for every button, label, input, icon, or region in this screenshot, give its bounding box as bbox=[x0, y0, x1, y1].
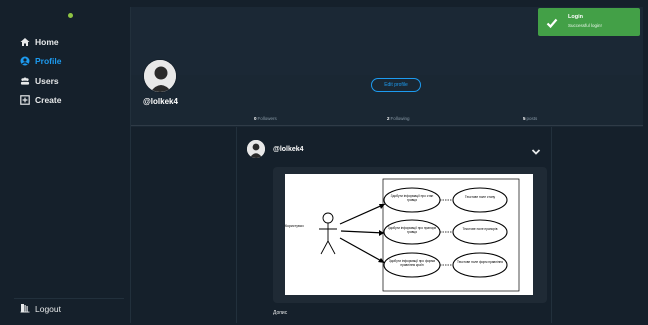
post-author-handle[interactable]: @lolkek4 bbox=[273, 146, 304, 153]
followers-number: 0 bbox=[254, 116, 257, 121]
post-avatar[interactable] bbox=[247, 140, 265, 158]
edit-profile-button[interactable]: Edit profile bbox=[371, 78, 421, 92]
post-card: @lolkek4 Користувач Здобути інформації п… bbox=[236, 127, 552, 323]
followers-count[interactable]: 0Followers bbox=[254, 116, 277, 121]
logout-icon bbox=[20, 303, 30, 315]
posts-label: posts bbox=[526, 116, 538, 121]
login-toast[interactable]: Login Successful login! bbox=[538, 8, 640, 36]
sidebar-item-label: Users bbox=[35, 75, 59, 86]
sidebar-item-home[interactable]: Home bbox=[20, 32, 61, 52]
diagram-extension-label: Текстове поле стану bbox=[464, 195, 496, 199]
diagram-actor-label: Користувач bbox=[285, 224, 304, 228]
user-circle-icon bbox=[20, 56, 30, 66]
profile-handle: @lolkek4 bbox=[143, 97, 178, 106]
logout-label: Logout bbox=[35, 304, 61, 314]
check-icon bbox=[546, 16, 558, 29]
post-caption: Допис bbox=[273, 310, 288, 316]
sidebar-divider bbox=[14, 298, 124, 299]
post-image[interactable]: Користувач Здобути інформації про стан г… bbox=[285, 174, 533, 295]
following-label: Following bbox=[390, 116, 410, 121]
diagram-extension-label: Текстове поле форм правління bbox=[457, 260, 503, 264]
following-number: 2 bbox=[387, 116, 390, 121]
posts-count[interactable]: 5posts bbox=[523, 116, 537, 121]
sidebar-item-label: Home bbox=[35, 36, 59, 47]
post-image-frame: Користувач Здобути інформації про стан г… bbox=[273, 167, 547, 303]
sidebar-item-profile[interactable]: Profile bbox=[20, 52, 61, 72]
sidebar-item-label: Create bbox=[35, 95, 62, 106]
logo-icon[interactable] bbox=[68, 13, 73, 18]
diagram-use-case-label: Здобути інформації про прапори гравця bbox=[387, 226, 437, 234]
chevron-down-icon[interactable] bbox=[531, 143, 541, 155]
main-content: @lolkek4 Edit profile 0Followers 2Follow… bbox=[131, 7, 643, 323]
avatar[interactable] bbox=[143, 59, 177, 93]
followers-label: Followers bbox=[257, 116, 277, 121]
home-icon bbox=[20, 37, 30, 47]
toast-title: Login bbox=[568, 14, 583, 20]
logout-button[interactable]: Logout bbox=[20, 303, 61, 315]
sidebar-item-create[interactable]: Create bbox=[20, 91, 61, 111]
toast-message: Successful login! bbox=[568, 23, 602, 28]
users-icon bbox=[20, 76, 30, 86]
diagram-extension-label: Текстове поле прапорів bbox=[462, 227, 498, 231]
posts-number: 5 bbox=[523, 116, 526, 121]
sidebar-item-label: Profile bbox=[35, 56, 62, 67]
sidebar-item-users[interactable]: Users bbox=[20, 71, 61, 91]
sidebar: Home Profile Users Create Logout bbox=[8, 7, 131, 323]
stats-divider bbox=[131, 125, 643, 126]
diagram-use-case-label: Здобути інформації про форми правління к… bbox=[388, 259, 436, 267]
plus-square-icon bbox=[20, 95, 30, 106]
sidebar-nav: Home Profile Users Create bbox=[20, 32, 61, 110]
diagram-use-case-label: Здобути інформації про стан гравця bbox=[390, 194, 434, 202]
following-count[interactable]: 2Following bbox=[387, 116, 410, 121]
